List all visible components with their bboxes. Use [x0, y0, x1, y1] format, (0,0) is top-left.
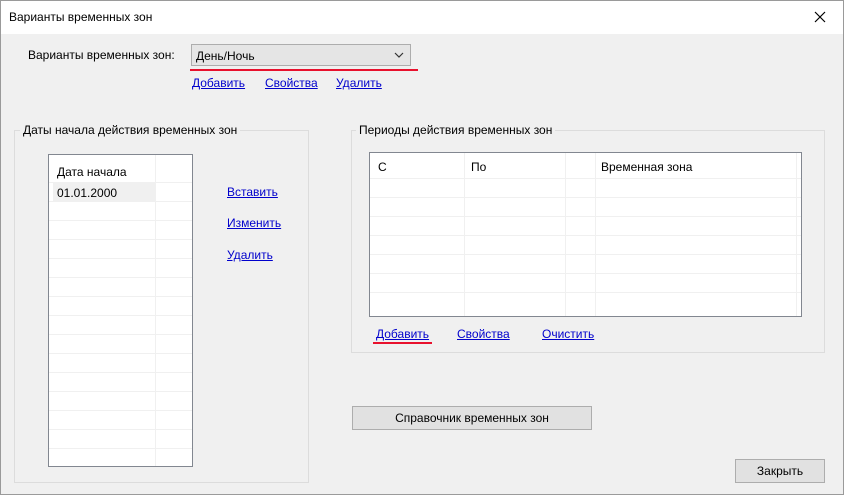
timezone-directory-button[interactable]: Справочник временных зон [352, 406, 592, 430]
period-clear-link[interactable]: Очистить [542, 327, 594, 341]
period-properties-link[interactable]: Свойства [457, 327, 510, 341]
variants-label: Варианты временных зон: [28, 48, 175, 62]
period-add-link[interactable]: Добавить [376, 327, 429, 341]
variant-properties-link[interactable]: Свойства [265, 76, 318, 90]
variant-add-link[interactable]: Добавить [192, 76, 245, 90]
dates-group-title: Даты начала действия временных зон [20, 123, 241, 137]
dialog-window: Варианты временных зон Варианты временны… [0, 0, 844, 495]
periods-group-title: Периоды действия временных зон [356, 123, 556, 137]
date-insert-link[interactable]: Вставить [227, 185, 278, 199]
chevron-down-icon [394, 52, 404, 58]
title-bar: Варианты временных зон [1, 1, 843, 34]
date-row-value: 01.01.2000 [57, 186, 118, 200]
periods-column-to: По [471, 160, 487, 174]
periods-grid[interactable]: С По Временная зона [369, 152, 802, 317]
date-delete-link[interactable]: Удалить [227, 248, 273, 262]
dates-grid[interactable]: Дата начала 01.01.2000 [48, 154, 193, 467]
variant-delete-link[interactable]: Удалить [336, 76, 382, 90]
dates-column-header: Дата начала [57, 165, 127, 179]
periods-column-timezone: Временная зона [601, 160, 693, 174]
periods-column-from: С [378, 160, 387, 174]
variant-combobox[interactable]: День/Ночь [191, 44, 411, 66]
window-title: Варианты временных зон [9, 10, 153, 24]
highlight-underline [190, 69, 418, 71]
highlight-underline-add [373, 342, 432, 344]
close-button[interactable]: Закрыть [735, 459, 825, 483]
date-edit-link[interactable]: Изменить [227, 216, 281, 230]
variant-selected-value: День/Ночь [196, 49, 255, 63]
close-icon[interactable] [797, 1, 843, 32]
